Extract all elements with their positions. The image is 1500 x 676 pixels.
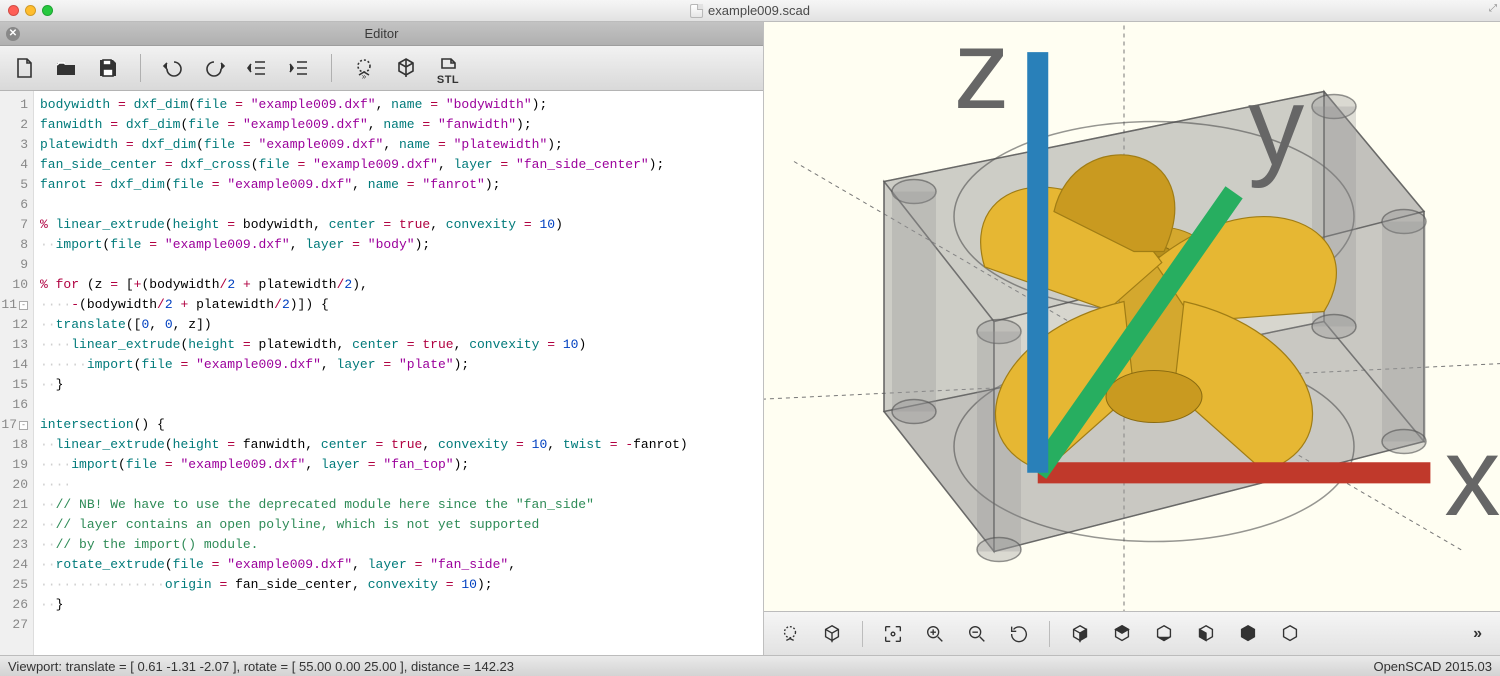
code-line[interactable]: intersection() {: [40, 415, 757, 435]
editor-panel-title: Editor: [365, 26, 399, 41]
minimize-window-icon[interactable]: [25, 5, 36, 16]
fullscreen-icon[interactable]: ⤢: [1489, 3, 1497, 14]
save-file-button[interactable]: [94, 54, 122, 82]
code-line[interactable]: ····-(bodywidth/2 + platewidth/2)]) {: [40, 295, 757, 315]
code-line[interactable]: fanrot = dxf_dim(file = "example009.dxf"…: [40, 175, 757, 195]
editor-header: ✕ Editor: [0, 22, 763, 46]
view-front-button[interactable]: [1232, 618, 1264, 650]
zoom-in-button[interactable]: [919, 618, 951, 650]
svg-text:x: x: [1444, 413, 1500, 539]
code-line[interactable]: ··}: [40, 375, 757, 395]
axis-widget: x y z: [824, 22, 1500, 585]
view-all-button[interactable]: [877, 618, 909, 650]
new-file-button[interactable]: [10, 54, 38, 82]
zoom-out-button[interactable]: [961, 618, 993, 650]
code-line[interactable]: ····linear_extrude(height = platewidth, …: [40, 335, 757, 355]
document-icon: [690, 4, 703, 18]
code-line[interactable]: ··import(file = "example009.dxf", layer …: [40, 235, 757, 255]
code-line[interactable]: platewidth = dxf_dim(file = "example009.…: [40, 135, 757, 155]
line-gutter: 1234567891011-121314151617-1819202122232…: [0, 91, 34, 655]
code-line[interactable]: ··translate([0, 0, z]): [40, 315, 757, 335]
code-line[interactable]: ··// NB! We have to use the deprecated m…: [40, 495, 757, 515]
editor-panel: ✕ Editor » STL 123456789: [0, 22, 764, 655]
code-line[interactable]: [40, 255, 757, 275]
code-line[interactable]: [40, 195, 757, 215]
code-line[interactable]: ····import(file = "example009.dxf", laye…: [40, 455, 757, 475]
unindent-button[interactable]: [243, 54, 271, 82]
code-line[interactable]: ······import(file = "example009.dxf", la…: [40, 355, 757, 375]
code-line[interactable]: bodywidth = dxf_dim(file = "example009.d…: [40, 95, 757, 115]
open-file-button[interactable]: [52, 54, 80, 82]
window-title: example009.scad: [690, 3, 810, 18]
preview-button[interactable]: »: [350, 54, 378, 82]
code-line[interactable]: % for (z = [+(bodywidth/2 + platewidth/2…: [40, 275, 757, 295]
svg-text:y: y: [1248, 62, 1304, 188]
app-version-text: OpenSCAD 2015.03: [1373, 659, 1492, 674]
reset-view-button[interactable]: [1003, 618, 1035, 650]
indent-button[interactable]: [285, 54, 313, 82]
view-left-button[interactable]: [1190, 618, 1222, 650]
viewport-3d[interactable]: x y z: [764, 22, 1500, 611]
code-line[interactable]: fan_side_center = dxf_cross(file = "exam…: [40, 155, 757, 175]
svg-text:»: »: [362, 72, 367, 80]
close-window-icon[interactable]: [8, 5, 19, 16]
undo-button[interactable]: [159, 54, 187, 82]
code-line[interactable]: ··linear_extrude(height = fanwidth, cent…: [40, 435, 757, 455]
render-button[interactable]: [392, 54, 420, 82]
code-content[interactable]: bodywidth = dxf_dim(file = "example009.d…: [34, 91, 763, 655]
code-line[interactable]: [40, 615, 757, 635]
view-top-button[interactable]: [1106, 618, 1138, 650]
zoom-window-icon[interactable]: [42, 5, 53, 16]
code-line[interactable]: ··rotate_extrude(file = "example009.dxf"…: [40, 555, 757, 575]
editor-toolbar: » STL: [0, 46, 763, 91]
window-title-text: example009.scad: [708, 3, 810, 18]
code-editor[interactable]: 1234567891011-121314151617-1819202122232…: [0, 91, 763, 655]
viewport-panel: x y z »: [764, 22, 1500, 655]
window-controls: [8, 5, 53, 16]
status-bar: Viewport: translate = [ 0.61 -1.31 -2.07…: [0, 655, 1500, 676]
code-line[interactable]: ··}: [40, 595, 757, 615]
code-line[interactable]: ················origin = fan_side_center…: [40, 575, 757, 595]
code-line[interactable]: [40, 395, 757, 415]
viewport-toolbar: »: [764, 611, 1500, 655]
vt-render-button[interactable]: [816, 618, 848, 650]
view-bottom-button[interactable]: [1148, 618, 1180, 650]
window-titlebar: example009.scad ⤢: [0, 0, 1500, 22]
more-views-button[interactable]: »: [1473, 625, 1490, 643]
view-back-button[interactable]: [1274, 618, 1306, 650]
code-line[interactable]: ··// layer contains an open polyline, wh…: [40, 515, 757, 535]
export-stl-button[interactable]: STL: [434, 54, 462, 82]
close-panel-button[interactable]: ✕: [6, 27, 20, 41]
vt-preview-button[interactable]: [774, 618, 806, 650]
viewport-status-text: Viewport: translate = [ 0.61 -1.31 -2.07…: [8, 659, 514, 674]
code-line[interactable]: fanwidth = dxf_dim(file = "example009.dx…: [40, 115, 757, 135]
code-line[interactable]: ····: [40, 475, 757, 495]
svg-text:z: z: [954, 22, 1010, 132]
redo-button[interactable]: [201, 54, 229, 82]
view-right-button[interactable]: [1064, 618, 1096, 650]
code-line[interactable]: % linear_extrude(height = bodywidth, cen…: [40, 215, 757, 235]
code-line[interactable]: ··// by the import() module.: [40, 535, 757, 555]
